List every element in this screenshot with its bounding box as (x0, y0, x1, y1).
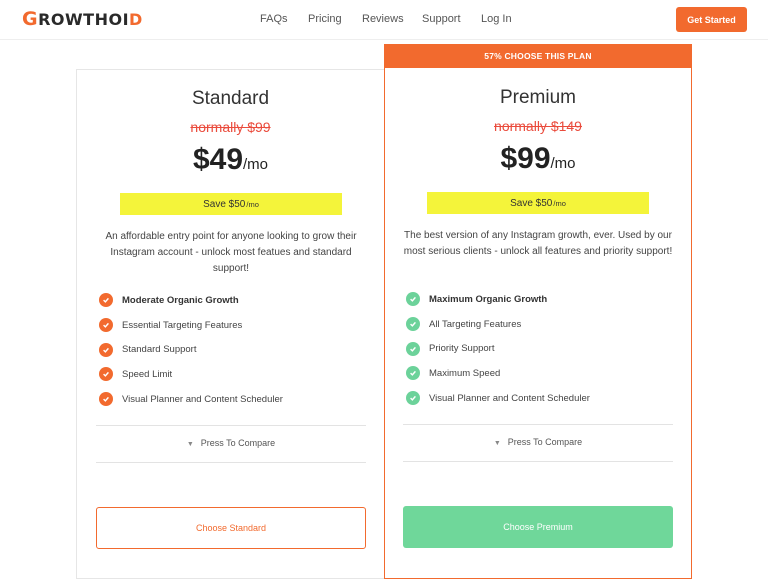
nav-pricing[interactable]: Pricing (308, 13, 342, 25)
plan-name: Standard (191, 88, 270, 109)
old-price: normally $99 (190, 119, 271, 135)
savings-badge: Save $50/mo (427, 192, 649, 214)
plan-description: The best version of any Instagram growth… (403, 230, 673, 257)
old-price: normally $149 (494, 118, 582, 134)
green-check-icon (406, 366, 420, 381)
green-check-icon (406, 292, 420, 307)
get-started-button[interactable]: Get Started (676, 7, 747, 32)
nav-reviews[interactable]: Reviews (362, 13, 404, 25)
orange-check-icon (99, 367, 113, 382)
green-check-icon (406, 391, 420, 406)
price-period: /mo (550, 155, 576, 172)
savings-text: Save $50 (203, 198, 246, 210)
orange-check-icon (99, 392, 113, 407)
feature-list: Moderate Organic Growth Essential Target… (99, 288, 283, 411)
press-to-compare[interactable]: ▼ Press To Compare (403, 437, 673, 447)
nav-faqs[interactable]: FAQs (260, 13, 288, 25)
price-amount: $99 (500, 142, 551, 175)
orange-check-icon (99, 342, 113, 357)
feature-item: Maximum Speed (406, 361, 590, 386)
plan-card-premium: 57% CHOOSE THIS PLAN Premium normally $1… (384, 44, 692, 579)
divider (403, 424, 673, 425)
feature-item: Visual Planner and Content Scheduler (99, 387, 283, 412)
savings-text: Save $50 (510, 197, 553, 209)
feature-item: Moderate Organic Growth (99, 288, 283, 313)
savings-period: /mo (246, 199, 259, 209)
green-check-icon (406, 341, 420, 356)
plan-card-standard: Standard normally $99 $49/mo Save $50/mo… (76, 69, 384, 579)
orange-check-icon (99, 318, 113, 333)
feature-item: Essential Targeting Features (99, 313, 283, 338)
site-header: G ROWTHOI D FAQs Pricing Reviews Support L… (0, 0, 768, 40)
triangle-down-icon: ▼ (493, 440, 501, 447)
choose-standard-button[interactable]: Choose Standard (96, 507, 366, 549)
price-amount: $49 (192, 143, 244, 176)
green-check-icon (406, 317, 420, 332)
press-to-compare[interactable]: ▼ Press To Compare (96, 438, 366, 448)
feature-item: Priority Support (406, 336, 590, 361)
nav-login[interactable]: Log In (481, 13, 512, 25)
price: $99/mo (385, 142, 691, 176)
feature-item: Visual Planner and Content Scheduler (406, 386, 590, 411)
plan-name: Premium (499, 87, 576, 108)
choose-premium-button[interactable]: Choose Premium (403, 506, 673, 548)
nav-support[interactable]: Support (422, 13, 461, 25)
feature-list: Maximum Organic Growth All Targeting Fea… (406, 287, 590, 410)
feature-item: Maximum Organic Growth (406, 287, 590, 312)
popular-banner: 57% CHOOSE THIS PLAN (385, 44, 691, 68)
feature-item: Standard Support (99, 337, 283, 362)
feature-item: Speed Limit (99, 362, 283, 387)
price-period: /mo (243, 156, 269, 173)
savings-period: /mo (553, 198, 566, 208)
divider (403, 461, 673, 462)
divider (96, 462, 366, 463)
plan-description: An affordable entry point for anyone loo… (105, 231, 357, 274)
feature-item: All Targeting Features (406, 312, 590, 337)
price: $49/mo (77, 143, 384, 177)
savings-badge: Save $50/mo (120, 193, 342, 215)
triangle-down-icon: ▼ (186, 441, 194, 448)
main-nav: FAQs Pricing Reviews Support Log In (0, 13, 768, 27)
divider (96, 425, 366, 426)
orange-check-icon (99, 293, 113, 308)
